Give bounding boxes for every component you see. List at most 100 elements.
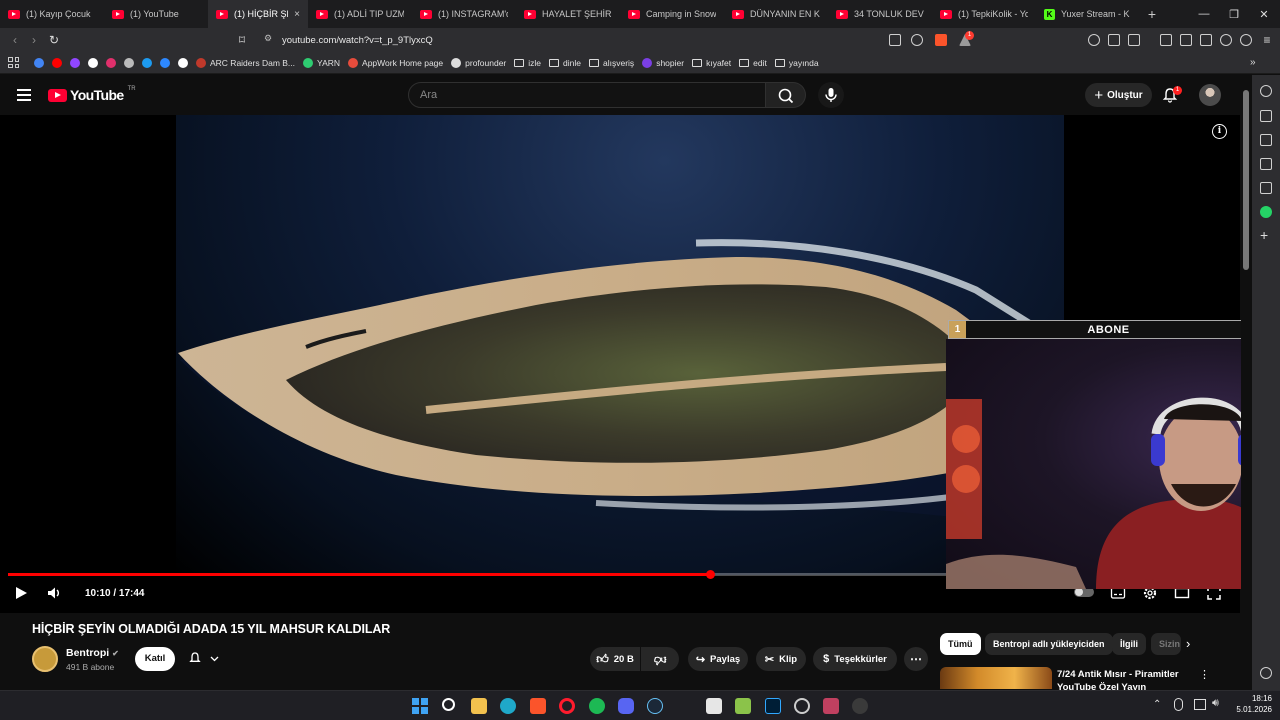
play-button[interactable] (14, 586, 28, 600)
bookmark-favicon-icon[interactable] (178, 57, 188, 68)
bookmark-favicon-icon[interactable] (142, 57, 152, 68)
voice-search-button[interactable] (818, 82, 844, 108)
join-button[interactable]: Katıl (135, 647, 175, 671)
dislike-button[interactable]: 👍︎ (641, 647, 679, 671)
bookmark-item[interactable]: ARC Raiders Dam B... (196, 57, 295, 68)
account-avatar[interactable] (1199, 84, 1221, 106)
like-button[interactable]: 👍︎ 20 B (590, 647, 640, 671)
leo-sidebar-icon[interactable] (1260, 85, 1272, 97)
browser-tab[interactable]: 34 TONLUK DEV AR (828, 0, 932, 28)
bookmark-folder[interactable]: edit (739, 58, 767, 68)
related-more-icon[interactable]: ⋮ (1199, 668, 1210, 681)
hamburger-menu-icon[interactable] (17, 89, 31, 101)
search-button[interactable] (766, 82, 806, 108)
channel-name[interactable]: Bentropi ✔ (66, 647, 119, 659)
bookmark-favicon-icon[interactable] (52, 57, 62, 68)
bookmark-item[interactable]: profounder (451, 57, 506, 68)
browser-tab[interactable]: (1) YouTube (104, 0, 208, 28)
clip-button[interactable]: ✂ Klip (756, 647, 806, 671)
leo-ai-icon[interactable] (1220, 34, 1232, 46)
bookmark-favicon-icon[interactable] (70, 57, 80, 68)
create-button[interactable]: + Oluştur (1085, 83, 1152, 107)
bookmark-favicon-icon[interactable] (34, 57, 44, 68)
file-explorer-icon[interactable] (471, 698, 487, 714)
scrubber-handle[interactable] (705, 570, 715, 579)
search-input[interactable]: Ara (408, 82, 766, 108)
new-tab-button[interactable]: + (1140, 6, 1164, 22)
bookmark-item[interactable]: YARN (303, 57, 340, 68)
mic-tray-icon[interactable] (1174, 698, 1183, 711)
reading-list-icon[interactable] (1260, 110, 1272, 122)
site-info-icon[interactable]: ⚙ (264, 33, 272, 44)
whatsapp-icon[interactable] (1260, 206, 1272, 218)
vpn-icon[interactable] (1088, 34, 1100, 46)
cast-icon[interactable] (889, 34, 901, 46)
browser-tab[interactable]: K Yuxer Stream - K (1036, 0, 1140, 28)
browser-tab[interactable]: Camping in Snowst (620, 0, 724, 28)
bookmark-folder[interactable]: yayında (774, 58, 819, 68)
maximize-button[interactable]: ❐ (1218, 0, 1250, 28)
excel-like-icon[interactable] (735, 698, 751, 714)
obs-icon[interactable] (794, 698, 810, 714)
notification-preference-button[interactable] (184, 647, 226, 671)
reload-button[interactable]: ↻ (46, 32, 62, 48)
forward-button[interactable]: › (26, 32, 42, 48)
tray-chevron-icon[interactable]: ⌃ (1153, 699, 1161, 710)
browser-tab[interactable]: (1) TepkiKolik - You (932, 0, 1036, 28)
screenshot-icon[interactable] (1128, 34, 1140, 46)
edge-icon[interactable] (500, 698, 516, 714)
menu-icon[interactable]: ≡ (1259, 32, 1275, 48)
shield-icon[interactable] (1240, 34, 1252, 46)
streaming-app-icon[interactable] (823, 698, 839, 714)
browser-tab[interactable]: (1) HİÇBİR ŞEYİN × (208, 0, 308, 28)
network-icon[interactable] (1194, 699, 1206, 710)
chip-related[interactable]: İlgili (1112, 633, 1146, 655)
taskbar-search-icon[interactable] (442, 698, 455, 711)
volume-tray-icon[interactable]: 🔊︎ (1212, 697, 1219, 710)
bookmark-folder[interactable]: alışveriş (589, 58, 634, 68)
wallet-icon[interactable] (1200, 34, 1212, 46)
start-windows-icon[interactable] (412, 698, 428, 714)
thanks-button[interactable]: $ Teşekkürler (813, 647, 897, 671)
bookmark-folder[interactable]: kıyafet (692, 58, 731, 68)
more-bookmarks-chevron-icon[interactable]: » (1250, 57, 1256, 68)
apps-grid-icon[interactable] (8, 57, 19, 68)
browser-tab[interactable]: (1) INSTAGRAM'da (412, 0, 516, 28)
browser-tab[interactable]: (1) Kayıp Çocuk (0, 0, 104, 28)
chip-for-you[interactable]: Sizin (1151, 633, 1181, 655)
brave-shield-icon[interactable] (935, 34, 947, 46)
address-bar[interactable]: ⚙ youtube.com/watch?v=t_p_9TlyxcQ (256, 31, 976, 49)
photoshop-icon[interactable] (765, 698, 781, 714)
misc-app-icon[interactable] (852, 698, 868, 714)
back-button[interactable]: ‹ (7, 32, 23, 48)
scrollbar-thumb[interactable] (1243, 90, 1249, 270)
progress-bar[interactable] (8, 570, 946, 579)
spotify-icon[interactable] (589, 698, 605, 714)
browser-tab[interactable]: DÜNYANIN EN KOL (724, 0, 828, 28)
minimize-button[interactable]: — (1188, 0, 1220, 28)
mute-button[interactable] (47, 586, 63, 600)
chips-next-chevron-icon[interactable]: › (1186, 636, 1190, 651)
extensions-icon[interactable] (1108, 34, 1120, 46)
media-icon[interactable] (1160, 34, 1172, 46)
steam-icon[interactable] (647, 698, 663, 714)
browser-tab[interactable]: HAYALET ŞEHİR ÇER (516, 0, 620, 28)
sidebar-toggle-icon[interactable] (1180, 34, 1192, 46)
info-icon[interactable]: i (1212, 124, 1227, 139)
add-panel-plus-icon[interactable]: + (1260, 227, 1268, 243)
wallet-sidebar-icon[interactable] (1260, 134, 1272, 146)
bookmark-item[interactable]: AppWork Home page (348, 57, 443, 68)
chip-from-uploader[interactable]: Bentropi adlı yükleyiciden (985, 633, 1113, 655)
brave-taskbar-icon[interactable] (530, 698, 546, 714)
related-video-thumbnail[interactable] (940, 667, 1052, 689)
bookmark-folder[interactable]: dinle (549, 58, 581, 68)
browser-tab[interactable]: (1) ADLİ TIP UZMAN (308, 0, 412, 28)
app-icon[interactable] (706, 698, 722, 714)
share-button[interactable]: ↪ Paylaş (688, 647, 748, 671)
discord-icon[interactable] (618, 698, 634, 714)
youtube-logo[interactable]: YouTube TR (48, 86, 136, 103)
bookmark-favicon-icon[interactable] (124, 57, 134, 68)
close-tab-icon[interactable]: × (294, 9, 300, 20)
bookmark-folder[interactable]: izle (514, 58, 541, 68)
more-actions-button[interactable]: ⋯ (904, 647, 928, 671)
